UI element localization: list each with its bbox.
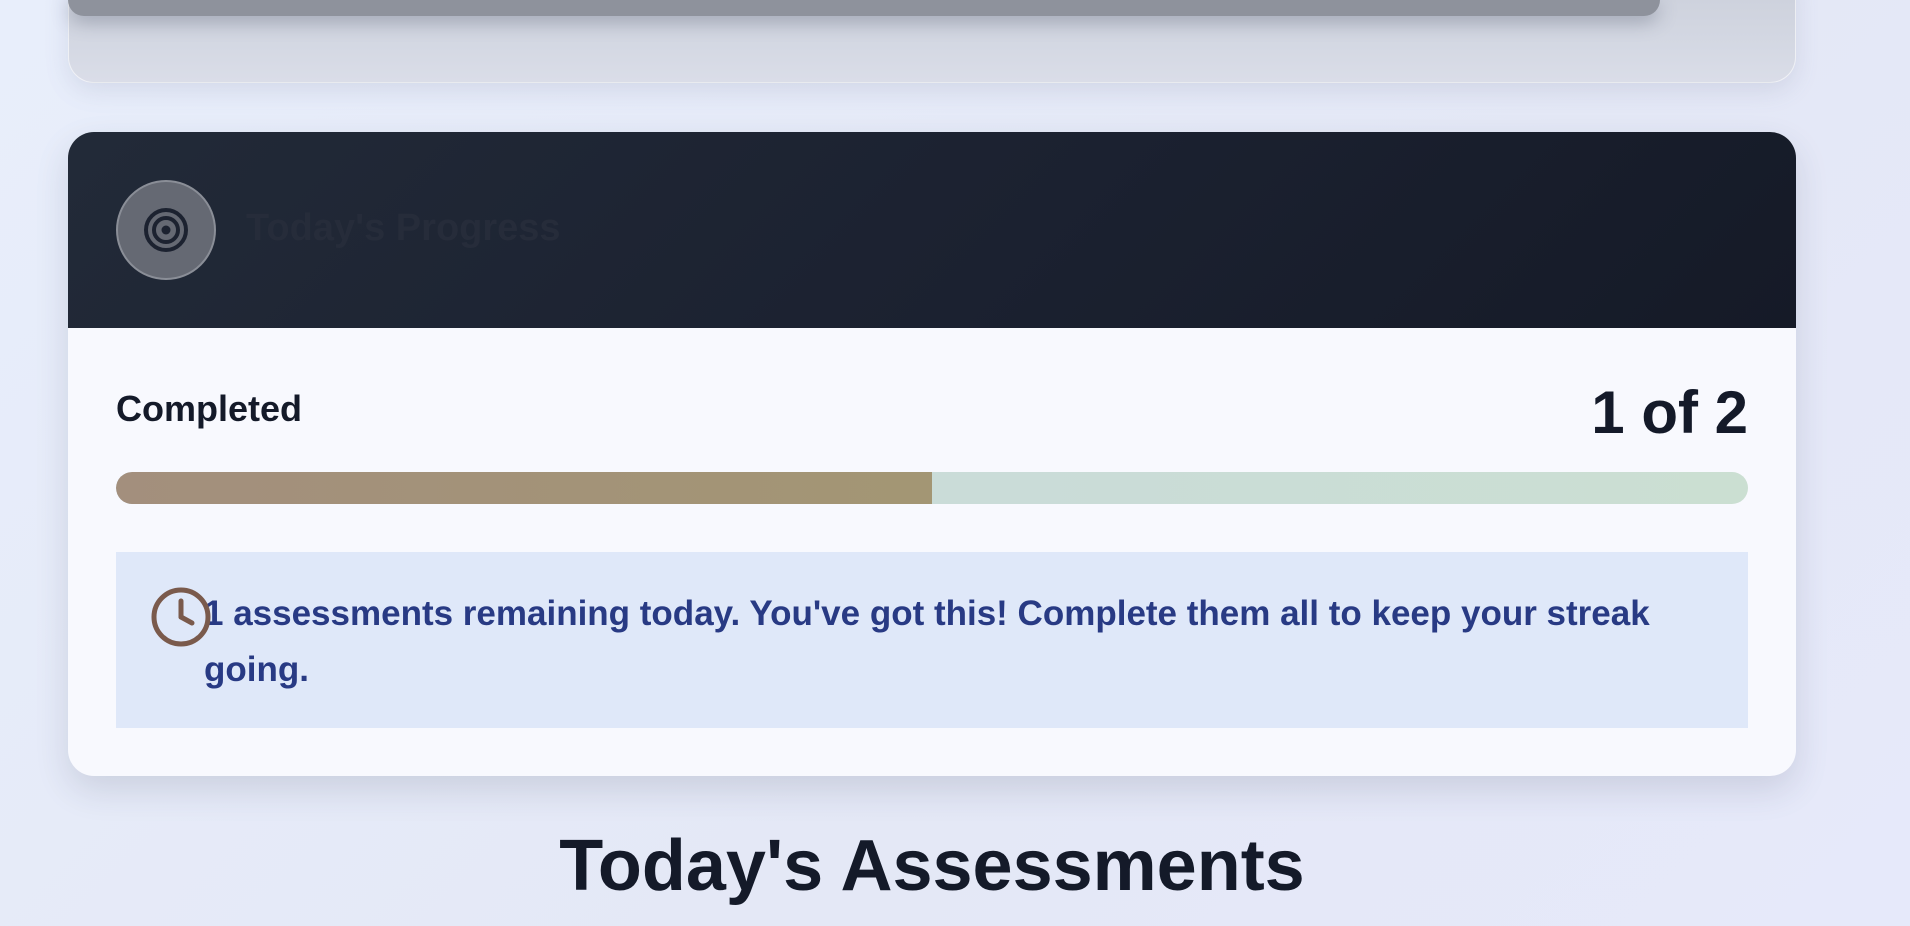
clock-icon <box>151 587 211 647</box>
target-icon <box>116 180 216 280</box>
progress-bar-fill <box>116 472 932 504</box>
remaining-notice: 1 assessments remaining today. You've go… <box>116 552 1748 728</box>
progress-bar <box>116 472 1748 504</box>
completed-count: 1 of 2 <box>1591 379 1748 446</box>
completed-label: Completed <box>116 388 303 429</box>
section-title: Today's Assessments <box>559 826 1305 906</box>
progress-card-header: Today's Progress <box>68 132 1796 328</box>
progress-card: Today's Progress Completed 1 of 2 1 asse… <box>68 132 1796 776</box>
remaining-notice-text: 1 assessments remaining today. You've go… <box>204 594 1650 689</box>
progress-card-title: Today's Progress <box>246 207 561 249</box>
previous-card-content <box>68 0 1660 16</box>
